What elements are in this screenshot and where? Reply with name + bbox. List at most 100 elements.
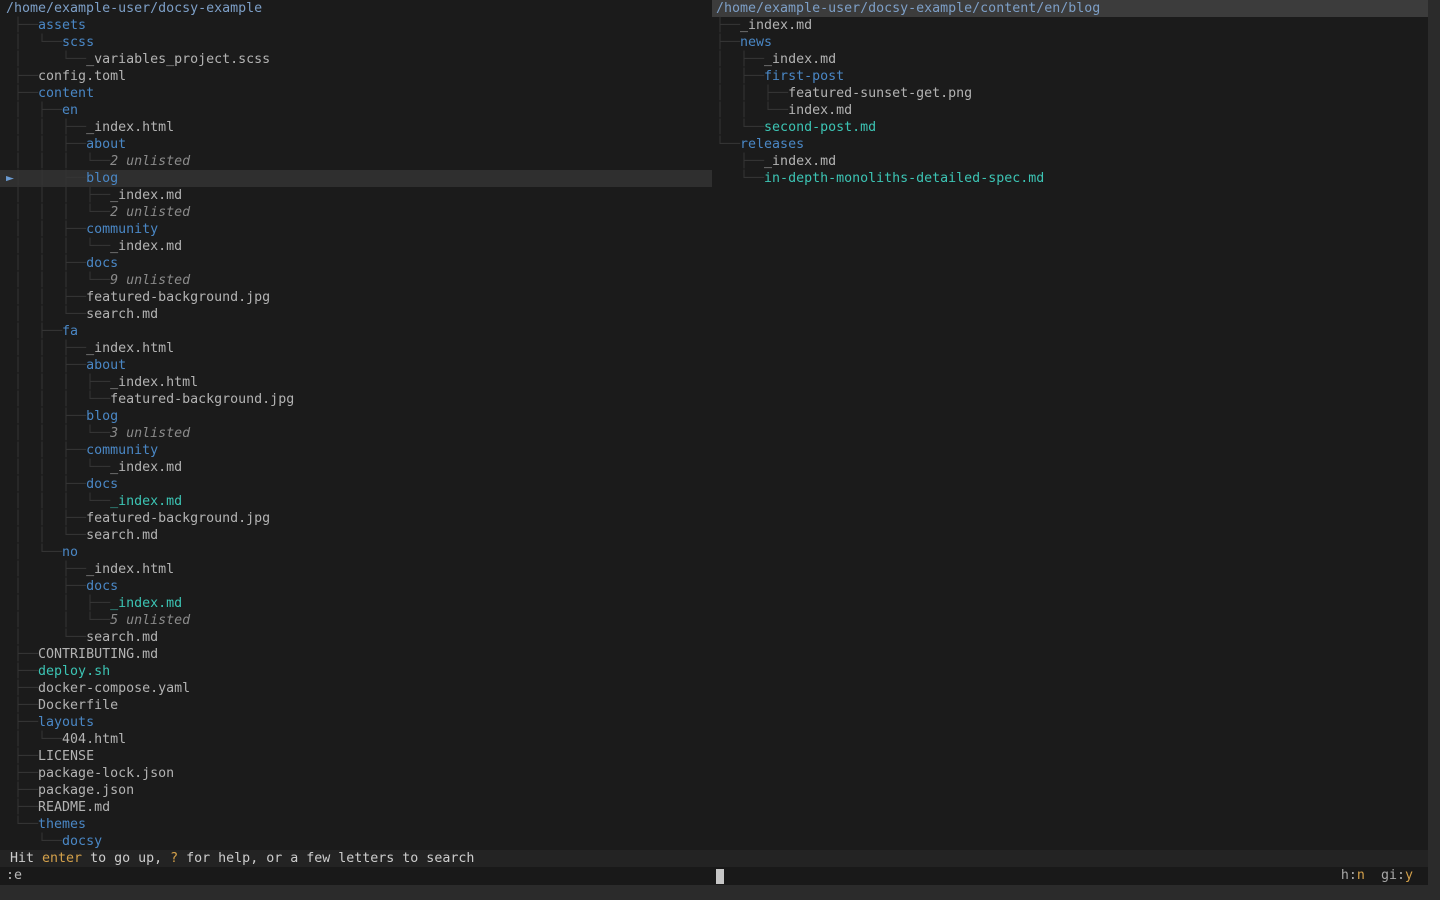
tree-row-dir[interactable]: │ ├──docs	[0, 578, 712, 595]
tree-row-file[interactable]: ├──README.md	[0, 799, 712, 816]
command-input-right[interactable]: h:n gi:y	[712, 867, 1428, 885]
tree-row-dir[interactable]: │ ├──fa	[0, 323, 712, 340]
tree-row-dir[interactable]: ├──assets	[0, 17, 712, 34]
tree-branch-lines: └──	[6, 834, 62, 849]
tree-row-file[interactable]: ├──config.toml	[0, 68, 712, 85]
tree-row-file[interactable]: │ └──_variables_project.scss	[0, 51, 712, 68]
status-hotkey: ?	[170, 851, 178, 866]
tree-row-file[interactable]: │ │ │ └──featured-background.jpg	[0, 391, 712, 408]
node-label: docs	[86, 579, 118, 594]
node-label: en	[62, 103, 78, 118]
tree-row-file[interactable]: │ │ ├──_index.md	[0, 595, 712, 612]
node-label: second-post.md	[764, 120, 876, 135]
tree-branch-lines: │ │ ├──	[14, 171, 86, 186]
tree-row-dir[interactable]: │ │ ├──docs	[0, 255, 712, 272]
tree-branch-lines: │ │ └──	[6, 307, 86, 322]
tree-row-file[interactable]: │ │ ├──featured-sunset-get.png	[712, 85, 1428, 102]
tree-row-file[interactable]: │ └──404.html	[0, 731, 712, 748]
tree-row-file[interactable]: │ ├──_index.md	[712, 51, 1428, 68]
flag-label: h:	[1341, 868, 1357, 883]
selection-arrow-icon: ►	[6, 171, 14, 186]
tree-row-file[interactable]: ├──_index.md	[712, 153, 1428, 170]
panel-left-path-title: /home/example-user/docsy-example	[0, 0, 712, 17]
tree-row-dir[interactable]: └──releases	[712, 136, 1428, 153]
tree-row-dir[interactable]: └──themes	[0, 816, 712, 833]
tree-row-file[interactable]: ├──package.json	[0, 782, 712, 799]
node-label: in-depth-monoliths-detailed-spec.md	[764, 171, 1044, 186]
tree-row-file[interactable]: ├──package-lock.json	[0, 765, 712, 782]
tree-row-file[interactable]: │ ├──_index.html	[0, 561, 712, 578]
tree-row-dir[interactable]: ├──content	[0, 85, 712, 102]
node-label: _index.html	[86, 562, 174, 577]
tree-branch-lines: │ └──	[6, 732, 62, 747]
tree-row-dir[interactable]: │ ├──first-post	[712, 68, 1428, 85]
tree-branch-lines: │ └──	[6, 630, 86, 645]
tree-row-file[interactable]: ├──LICENSE	[0, 748, 712, 765]
tree-branch-lines: ├──	[6, 749, 38, 764]
node-label: featured-background.jpg	[86, 511, 270, 526]
node-label: about	[86, 137, 126, 152]
tree-branch-lines: │ │ │ └──	[6, 273, 110, 288]
tree-row-file[interactable]: └──in-depth-monoliths-detailed-spec.md	[712, 170, 1428, 187]
panel-right-tree: ├──_index.md├──news│ ├──_index.md│ ├──fi…	[712, 17, 1428, 187]
tree-row-file[interactable]: │ │ │ └──_index.md	[0, 238, 712, 255]
tree-row-file[interactable]: │ │ ├──featured-background.jpg	[0, 289, 712, 306]
command-input-left[interactable]: :e	[0, 867, 712, 885]
tree-branch-lines: │ │ ├──	[6, 256, 86, 271]
flag-value: n	[1357, 868, 1365, 883]
tree-row-dir[interactable]: │ ├──en	[0, 102, 712, 119]
tree-row-file[interactable]: │ │ ├──_index.html	[0, 340, 712, 357]
tree-row-file[interactable]: ├──docker-compose.yaml	[0, 680, 712, 697]
tree-row-dir[interactable]: └──docsy	[0, 833, 712, 850]
tree-row-file[interactable]: ├──deploy.sh	[0, 663, 712, 680]
tree-row-dir[interactable]: │ │ ├──about	[0, 357, 712, 374]
tree-row-dir[interactable]: │ └──no	[0, 544, 712, 561]
tree-branch-lines: │ │ └──	[6, 613, 110, 628]
tree-row-file[interactable]: │ │ └──search.md	[0, 306, 712, 323]
tree-branch-lines: ├──	[6, 800, 38, 815]
tree-branch-lines: │ │ ├──	[6, 341, 86, 356]
tree-row-file[interactable]: │ │ │ └──_index.md	[0, 493, 712, 510]
tree-row-dir[interactable]: ►│ │ ├──blog	[0, 170, 712, 187]
node-label: themes	[38, 817, 86, 832]
tree-row-dir[interactable]: │ │ ├──blog	[0, 408, 712, 425]
tree-row-file[interactable]: │ │ │ └──_index.md	[0, 459, 712, 476]
tree-row-file[interactable]: │ └──search.md	[0, 629, 712, 646]
node-label: 3 unlisted	[110, 426, 190, 441]
tree-row-dir[interactable]: │ └──scss	[0, 34, 712, 51]
tree-branch-lines: │ ├──	[6, 103, 62, 118]
node-label: _index.md	[110, 596, 182, 611]
status-hotkey: enter	[42, 851, 82, 866]
tree-row-file[interactable]: │ │ ├──featured-background.jpg	[0, 510, 712, 527]
tree-row-file[interactable]: │ │ └──search.md	[0, 527, 712, 544]
node-label: about	[86, 358, 126, 373]
tree-row-dir[interactable]: ├──news	[712, 34, 1428, 51]
node-label: _index.md	[764, 154, 836, 169]
tree-row-file[interactable]: │ │ │ ├──_index.md	[0, 187, 712, 204]
tree-row-file[interactable]: ├──Dockerfile	[0, 697, 712, 714]
node-label: first-post	[764, 69, 844, 84]
tree-branch-lines: │ │ ├──	[6, 290, 86, 305]
tree-branch-lines: │ │ │ └──	[6, 460, 110, 475]
tree-row-dir[interactable]: │ │ ├──community	[0, 221, 712, 238]
tree-row-file[interactable]: ├──CONTRIBUTING.md	[0, 646, 712, 663]
node-label: LICENSE	[38, 749, 94, 764]
tree-row-file[interactable]: │ └──second-post.md	[712, 119, 1428, 136]
tree-row-dir[interactable]: │ │ ├──community	[0, 442, 712, 459]
tree-row-dir[interactable]: ├──layouts	[0, 714, 712, 731]
flag-separator	[1365, 868, 1381, 883]
node-label: 404.html	[62, 732, 126, 747]
tree-row-file[interactable]: ├──_index.md	[712, 17, 1428, 34]
tree-branch-lines: │ │ │ └──	[6, 154, 110, 169]
tree-branch-lines: │ ├──	[6, 579, 86, 594]
tree-row-file[interactable]: │ │ │ ├──_index.html	[0, 374, 712, 391]
node-label: assets	[38, 18, 86, 33]
node-label: content	[38, 86, 94, 101]
panel-left-tree: ├──assets │ └──scss │ └──_variables_proj…	[0, 17, 712, 850]
tree-row-dir[interactable]: │ │ ├──docs	[0, 476, 712, 493]
tree-branch-lines: │ │ ├──	[6, 477, 86, 492]
node-label: _index.md	[110, 460, 182, 475]
tree-row-file[interactable]: │ │ └──index.md	[712, 102, 1428, 119]
tree-row-file[interactable]: │ │ ├──_index.html	[0, 119, 712, 136]
tree-row-dir[interactable]: │ │ ├──about	[0, 136, 712, 153]
